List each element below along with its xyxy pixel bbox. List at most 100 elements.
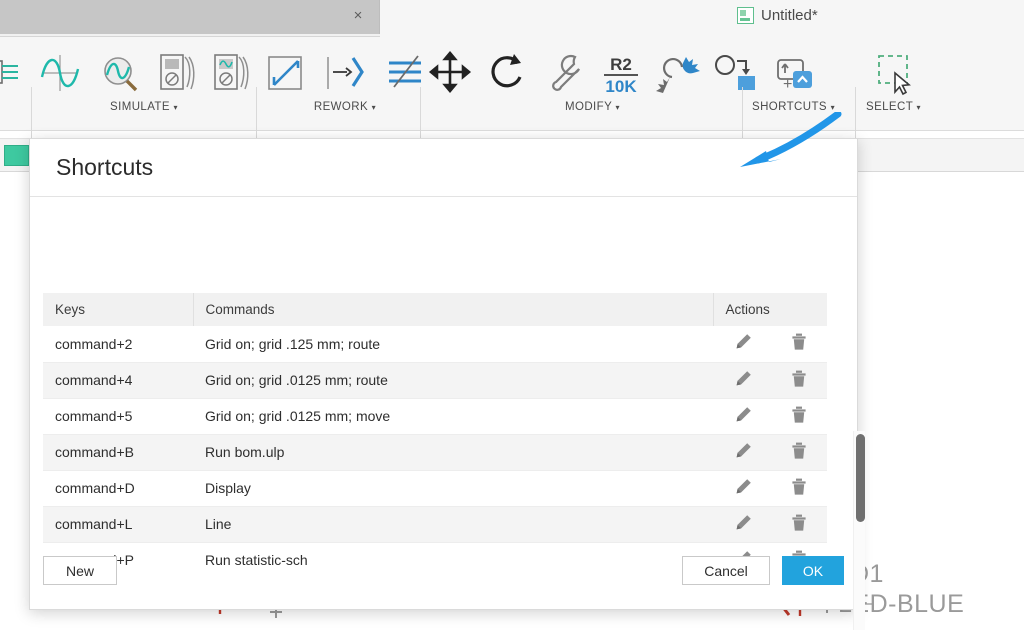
shortcuts-key-icon[interactable]: + [770,47,816,99]
ribbon-separator [420,87,421,145]
ribbon-toolbar: SIMULATE ▾ REWORK ▾ R2 10K MODIFY ▾ + SH… [0,37,1024,145]
ribbon-group-simulate: SIMULATE ▾ [37,37,251,131]
ribbon-separator [31,87,32,145]
multimeter-icon[interactable] [157,47,197,99]
pencil-icon[interactable] [733,441,753,464]
chevron-down-icon[interactable]: ▾ [917,103,921,112]
label-text: SIMULATE [110,101,170,113]
cell-actions [713,362,827,399]
document-title: Untitled* [761,7,818,24]
ribbon-group-modify: R2 10K MODIFY ▾ [427,37,758,131]
schematic-file-icon [737,7,754,24]
ribbon-group-label-shortcuts[interactable]: SHORTCUTS ▾ [752,101,835,113]
label-text: SHORTCUTS [752,101,827,113]
ribbon-group-select: SELECT ▾ [866,37,921,131]
value-r2-10k-icon[interactable]: R2 10K [598,47,644,99]
document-tab-inactive[interactable]: × [0,0,380,34]
table-row[interactable]: command+2 Grid on; grid .125 mm; route [43,326,827,363]
value-bottom-text: 10K [605,77,637,96]
ribbon-separator [256,87,257,145]
column-header-actions[interactable]: Actions [713,293,827,326]
table-body: command+2 Grid on; grid .125 mm; route com… [43,326,827,567]
rotate-icon[interactable] [484,47,530,99]
cell-actions [713,398,827,435]
cell-actions [713,434,827,471]
chevron-down-icon[interactable]: ▾ [831,103,835,112]
chevron-down-icon[interactable]: ▾ [174,103,178,112]
application-window: × Untitled* SIMULATE ▾ REWORK ▾ R2 10K M… [0,0,1024,630]
cell-actions [713,470,827,507]
dialog-body: Keys Commands Actions command+2 Grid on; … [30,197,865,630]
shortcuts-table-viewport[interactable]: Keys Commands Actions command+2 Grid on; … [43,293,845,567]
cell-command: Grid on; grid .0125 mm; move [193,398,713,435]
wrench-icon[interactable] [541,47,587,99]
copper-pour-icon[interactable] [262,47,308,99]
select-marquee-icon[interactable] [870,47,916,99]
close-icon[interactable]: × [350,8,366,24]
ribbon-separator [742,87,743,145]
cell-actions [713,506,827,543]
ribbon-group-clipped [0,37,30,131]
shortcuts-dialog: Shortcuts Keys Commands Actions command+… [29,138,865,630]
cell-keys: command+2 [43,326,193,363]
column-header-keys[interactable]: Keys [43,293,194,326]
pencil-icon[interactable] [733,369,753,392]
cell-actions [713,326,827,363]
ribbon-group-shortcuts: + SHORTCUTS ▾ [752,37,835,131]
column-header-commands[interactable]: Commands [193,293,714,326]
ribbon-group-rework: REWORK ▾ [262,37,428,131]
ribbon-group-label-simulate[interactable]: SIMULATE ▾ [110,101,178,113]
route-arrow-icon[interactable] [322,47,368,99]
cell-keys: command+5 [43,398,193,435]
cell-command: Grid on; grid .0125 mm; route [193,362,713,399]
table-scrollbar-thumb[interactable] [856,434,865,522]
trash-icon[interactable] [789,477,809,500]
table-header-row: Keys Commands Actions [43,293,827,326]
svg-text:+: + [783,76,792,93]
oscilloscope-icon[interactable] [211,47,251,99]
layer-color-swatch[interactable] [4,145,29,166]
simulate-probe-icon[interactable] [97,47,143,99]
clipped-connector-icon[interactable] [0,47,30,99]
new-button[interactable]: New [43,556,117,585]
table-row[interactable]: command+L Line [43,506,827,543]
ratsnest-icon[interactable] [382,47,428,99]
ribbon-group-label-rework[interactable]: REWORK ▾ [314,101,376,113]
table-row[interactable]: command+5 Grid on; grid .0125 mm; move [43,398,827,435]
cell-keys: command+D [43,470,193,507]
ribbon-group-label-modify[interactable]: MODIFY ▾ [565,101,620,113]
trash-icon[interactable] [789,369,809,392]
dialog-title: Shortcuts [56,154,154,180]
document-title-chip: Untitled* [737,7,818,24]
cell-keys: command+B [43,434,193,471]
pencil-icon[interactable] [733,405,753,428]
value-top-text: R2 [610,55,632,74]
pencil-icon[interactable] [733,332,753,355]
cell-command: Grid on; grid .125 mm; route [193,326,713,363]
sine-wave-icon[interactable] [37,47,83,99]
cancel-button[interactable]: Cancel [682,556,770,585]
chevron-down-icon[interactable]: ▾ [372,103,376,112]
cell-command: Display [193,470,713,507]
label-text: SELECT [866,101,913,113]
table-row[interactable]: command+B Run bom.ulp [43,434,827,471]
pencil-icon[interactable] [733,513,753,536]
table-row[interactable]: command+D Display [43,470,827,507]
cell-keys: command+4 [43,362,193,399]
trash-icon[interactable] [789,405,809,428]
ribbon-group-label-select[interactable]: SELECT ▾ [866,101,921,113]
chevron-down-icon[interactable]: ▾ [616,103,620,112]
pencil-icon[interactable] [733,477,753,500]
swap-plug-icon[interactable] [655,47,701,99]
ok-button[interactable]: OK [782,556,844,585]
label-text: REWORK [313,101,369,113]
cell-command: Line [193,506,713,543]
title-bar: × Untitled* [0,0,1024,37]
trash-icon[interactable] [789,332,809,355]
cell-keys: command+L [43,506,193,543]
trash-icon[interactable] [789,441,809,464]
document-tab-active[interactable] [380,0,1024,37]
table-row[interactable]: command+4 Grid on; grid .0125 mm; route [43,362,827,399]
trash-icon[interactable] [789,513,809,536]
move-icon[interactable] [427,47,473,99]
